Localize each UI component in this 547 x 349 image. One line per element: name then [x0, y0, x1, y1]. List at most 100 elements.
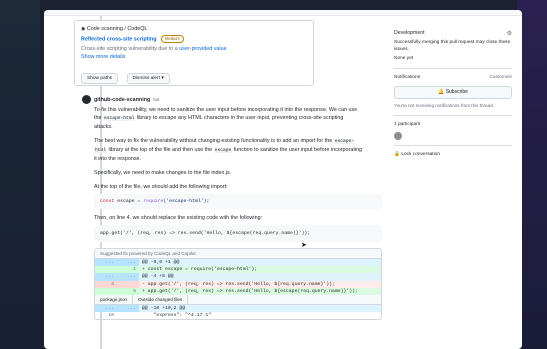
bot-comment: github-code-scanning bot To fix this vul…: [82, 95, 382, 321]
sidebar: Development ⚙ Successfully merging this …: [394, 30, 512, 159]
chevron-down-icon: ▾: [161, 76, 164, 82]
dismiss-alert-button[interactable]: Dismiss alert ▾: [126, 73, 170, 85]
paragraph-2-line-3: it into the response.: [94, 156, 142, 162]
shield-icon: ◉: [81, 26, 86, 32]
paragraph-2-text-a: The best way to fix the vulnerability wi…: [94, 138, 333, 144]
code-block-import: const escape = require('escape-html');: [94, 194, 382, 209]
diff-line-number-new: [117, 312, 139, 319]
tab-outside-changed-files[interactable]: Outside changed files: [133, 294, 189, 304]
notifications-title: Notifications: [394, 75, 421, 80]
alert-title-row: Reflected cross-site scripting Medium: [81, 35, 307, 43]
diff-line-number-old: [95, 266, 117, 274]
subscribe-button[interactable]: 🔔 Subscribe: [394, 86, 512, 99]
code-keyword: const: [100, 199, 115, 204]
paragraph-4: At the top of the file, we should add th…: [94, 184, 228, 190]
paragraph-1-text-b: library to escape any HTML characters in…: [136, 115, 344, 121]
diff-line-text: @@ -0,0 +1 @@: [142, 260, 180, 265]
diff-row: 1 + const escape = require('escape-html')…: [95, 266, 381, 274]
paragraph-1-text-a: the: [94, 115, 102, 121]
paragraph-1: To fix this vulnerability, we need to sa…: [94, 106, 382, 131]
alert-card-header: ◉ Code scanning / CodeQL: [81, 25, 307, 33]
diff-row: ...... @@ -0,0 +1 @@: [95, 259, 381, 267]
paragraph-1-line-3: attacks.: [94, 124, 113, 130]
desktop-background-left: [0, 0, 40, 349]
tab-package-json[interactable]: package.json: [95, 294, 134, 304]
code-block-replacement: app.get('/', (req, res) => res.send('Hel…: [94, 225, 382, 242]
show-more-link[interactable]: Show more details: [81, 53, 307, 61]
suggested-fix-header: Suggested fix powered by CodeQL and Copi…: [95, 249, 381, 259]
diff-row: ...... @@ -10 +10,2 @@: [95, 304, 381, 313]
lock-icon: 🔒: [394, 152, 400, 157]
diff-row: 10 "express": "^4.17.1": [95, 312, 381, 319]
diff-row: ...... @@ -4 +5 @@: [95, 273, 381, 281]
code-identifier: escape =: [114, 199, 144, 204]
development-title[interactable]: Development: [394, 30, 425, 37]
suggested-fix-diff: Suggested fix powered by CodeQL and Copi…: [94, 248, 382, 321]
diff-line-number-old: 4: [95, 280, 117, 288]
diff-line-number-old: ...: [95, 259, 117, 267]
lock-conversation[interactable]: 🔒 Lock conversation: [394, 151, 512, 159]
notifications-header: Notifications Customize: [394, 74, 512, 82]
show-paths-button[interactable]: Show paths: [81, 73, 119, 85]
diff-line-number-old: ...: [95, 304, 117, 313]
severity-badge: Medium: [161, 35, 184, 43]
bell-icon: 🔔: [438, 89, 445, 95]
sidebar-divider: [394, 68, 512, 69]
participants-label: 1 participant: [394, 122, 421, 127]
alert-description: Cross-site scripting vulnerability due t…: [81, 45, 307, 53]
scanner-title: Code scanning / CodeQL: [86, 26, 148, 32]
browser-window: ◉ Code scanning / CodeQL Reflected cross…: [44, 10, 522, 349]
development-header: Development ⚙: [394, 30, 512, 37]
diff-line-text: + const escape = require('escape-html');: [142, 267, 258, 273]
diff-line-number-new: ...: [117, 259, 139, 267]
inline-code-html: html: [94, 148, 108, 153]
paragraph-1-line-1: To fix this vulnerability, we need to sa…: [94, 107, 358, 113]
diff-line-text: @@ -10 +10,2 @@: [142, 305, 186, 311]
diff-line-number-new: ...: [117, 273, 139, 281]
code-argument: ('escape-html');: [163, 199, 210, 204]
alert-description-text: Cross-site scripting vulnerability due t…: [81, 46, 180, 53]
diff-row: 4 - app.get('/', (req, res) => res.send('…: [95, 280, 381, 288]
sidebar-divider-2: [394, 115, 512, 116]
customize-link[interactable]: Customize: [489, 74, 512, 82]
lock-conversation-label: Lock conversation: [401, 152, 440, 157]
development-none: None yet: [394, 56, 414, 61]
diff-line-number-new: ...: [117, 304, 139, 313]
bot-label: bot: [153, 96, 160, 102]
participant-avatar[interactable]: [394, 132, 402, 140]
inline-code-escape-a: escape-: [333, 139, 356, 144]
paragraph-2-line-2: html library at the top of the file and …: [94, 146, 382, 155]
diff-file-tabs: package.json Outside changed files: [95, 294, 381, 305]
avatar[interactable]: [82, 95, 91, 104]
diff-line-text: @@ -4 +5 @@: [142, 274, 174, 280]
inline-code-escape-html: escape-html: [103, 116, 136, 121]
diff-line-number-new: 5: [117, 287, 139, 295]
diff-line-text: - app.get('/', (req, res) => res.send('H…: [142, 281, 335, 287]
pull-request-main: ◉ Code scanning / CodeQL Reflected cross…: [52, 16, 387, 349]
diff-hunks-package: ...... @@ -10 +10,2 @@ 10 "express": "^4.1…: [95, 304, 381, 319]
diff-line-text: + app.get('/', (req, res) => res.send('H…: [142, 288, 358, 294]
notifications-text: You're not receiving notifications from …: [394, 103, 495, 108]
diff-line-number-old: 10: [108, 313, 114, 319]
user-value-link[interactable]: user-provided value: [179, 46, 226, 52]
paragraph-2-text-b: library at the top of the file and then …: [108, 147, 213, 153]
alert-card: ◉ Code scanning / CodeQL Reflected cross…: [74, 20, 314, 86]
code-function: require: [143, 199, 164, 204]
gear-icon[interactable]: ⚙: [507, 30, 512, 37]
alert-title[interactable]: Reflected cross-site scripting: [81, 36, 157, 42]
subscribe-label: Subscribe: [445, 89, 468, 95]
diff-hunks-index: ...... @@ -0,0 +1 @@ 1 + const escape = req…: [95, 259, 381, 295]
diff-line-number-old: ...: [95, 273, 117, 281]
paragraph-2-line-1: The best way to fix the vulnerability wi…: [94, 137, 382, 146]
paragraph-5: Then, on line 4, we should replace the e…: [94, 215, 263, 221]
paragraph-3: Specifically, we need to make changes to…: [94, 170, 232, 176]
alert-actions: Show paths Dismiss alert ▾: [81, 66, 307, 85]
diff-line-number-new: 1: [117, 266, 139, 274]
development-text: Successfully merging this pull request m…: [394, 40, 511, 52]
mouse-cursor-icon: ➤: [301, 242, 307, 249]
comment-author[interactable]: github-code-scanning: [94, 96, 150, 104]
diff-line-number-old: [95, 287, 117, 295]
paragraph-1-line-2: the escape-html library to escape any HT…: [94, 114, 382, 123]
inline-code-escape-fn: escape: [213, 148, 233, 153]
dismiss-alert-label: Dismiss alert: [132, 76, 160, 82]
